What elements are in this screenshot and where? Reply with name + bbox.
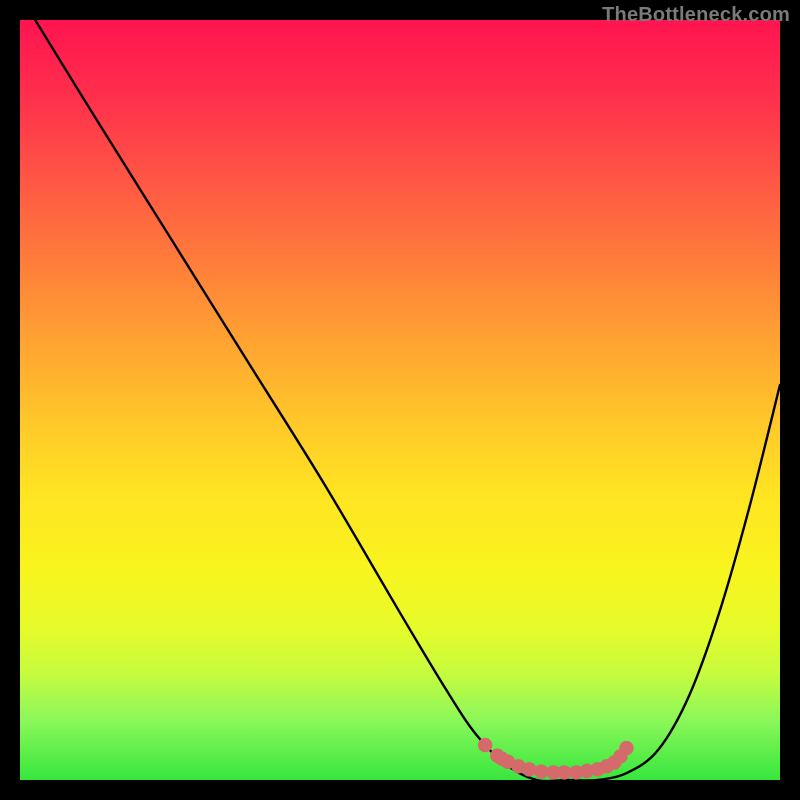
curve-line bbox=[35, 20, 780, 780]
plot-svg bbox=[20, 20, 780, 780]
chart-stage: TheBottleneck.com bbox=[0, 0, 800, 800]
marker-dot bbox=[619, 741, 633, 755]
optimal-range-markers bbox=[478, 738, 634, 780]
marker-dot bbox=[522, 762, 536, 776]
plot-area bbox=[20, 20, 780, 780]
watermark-text: TheBottleneck.com bbox=[602, 4, 790, 27]
marker-dot bbox=[478, 738, 492, 752]
